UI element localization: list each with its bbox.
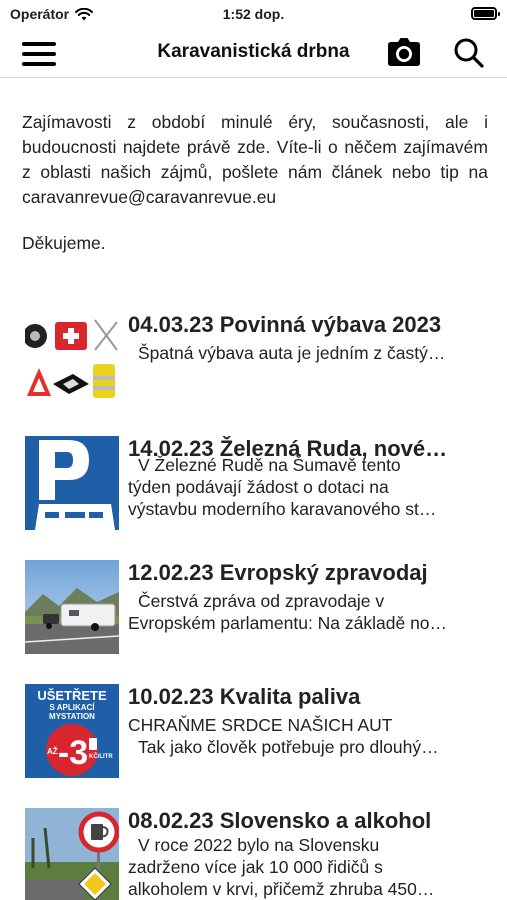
article-excerpt: Čerstvá zpráva od zpravodaje v Evropském…	[128, 591, 448, 633]
svg-text:S APLIKACÍ: S APLIKACÍ	[49, 703, 95, 712]
svg-text:AŽ: AŽ	[47, 747, 58, 756]
article-excerpt: CHRAŇME SRDCE NAŠICH AUT Tak jako člověk…	[128, 715, 439, 757]
article-excerpt: Špatná výbava auta je jedním z častý…	[138, 343, 446, 363]
article-item[interactable]: 08.02.23 Slovensko a alkohol V roce 2022…	[0, 808, 507, 900]
svg-text:MYSTATION: MYSTATION	[49, 712, 95, 721]
intro-text: Zajímavosti z období minulé éry, současn…	[22, 112, 488, 207]
article-title: 04.03.23 Povinná výbava 2023	[128, 312, 442, 337]
article-item[interactable]: 14.02.23 Železná Ruda, nové… V Železné R…	[0, 436, 507, 546]
article-title: 12.02.23 Evropský zpravodaj	[128, 560, 428, 585]
article-item[interactable]: UŠETŘETE S APLIKACÍ MYSTATION AŽ -3 KČ/L…	[0, 684, 507, 794]
article-title: 10.02.23 Kvalita paliva	[128, 684, 361, 709]
thanks-text: Děkujeme.	[22, 233, 106, 253]
article-title: 08.02.23 Slovensko a alkohol	[128, 808, 432, 833]
fuel-discount-thumbnail: UŠETŘETE S APLIKACÍ MYSTATION AŽ -3 KČ/L…	[25, 684, 119, 778]
navigation-bar: Karavanistická drbna	[0, 28, 507, 78]
svg-text:KČ/LITR: KČ/LITR	[89, 753, 113, 760]
svg-text:-3: -3	[58, 734, 88, 772]
car-equipment-thumbnail	[25, 312, 119, 406]
battery-icon	[471, 7, 500, 20]
search-button[interactable]	[453, 37, 485, 69]
search-icon	[454, 38, 484, 68]
caravan-road-thumbnail	[25, 560, 119, 654]
status-bar: Operátor 1:52 dop.	[0, 0, 507, 28]
article-item[interactable]: 12.02.23 Evropský zpravodaj Čerstvá zprá…	[0, 560, 507, 670]
clock: 1:52 dop.	[222, 6, 285, 22]
camera-icon	[388, 38, 420, 66]
article-item[interactable]: 04.03.23 Povinná výbava 2023 Špatná výba…	[0, 312, 507, 422]
article-excerpt: V roce 2022 bylo na Slovensku zadrženo v…	[128, 835, 435, 899]
parking-sign-thumbnail	[25, 436, 119, 530]
article-excerpt: V Železné Rudě na Šumavě tento týden pod…	[128, 455, 437, 519]
alcohol-sign-thumbnail	[25, 808, 119, 900]
camera-button[interactable]	[387, 37, 421, 67]
svg-text:UŠETŘETE: UŠETŘETE	[37, 688, 107, 703]
page-title: Karavanistická drbna	[157, 41, 350, 62]
